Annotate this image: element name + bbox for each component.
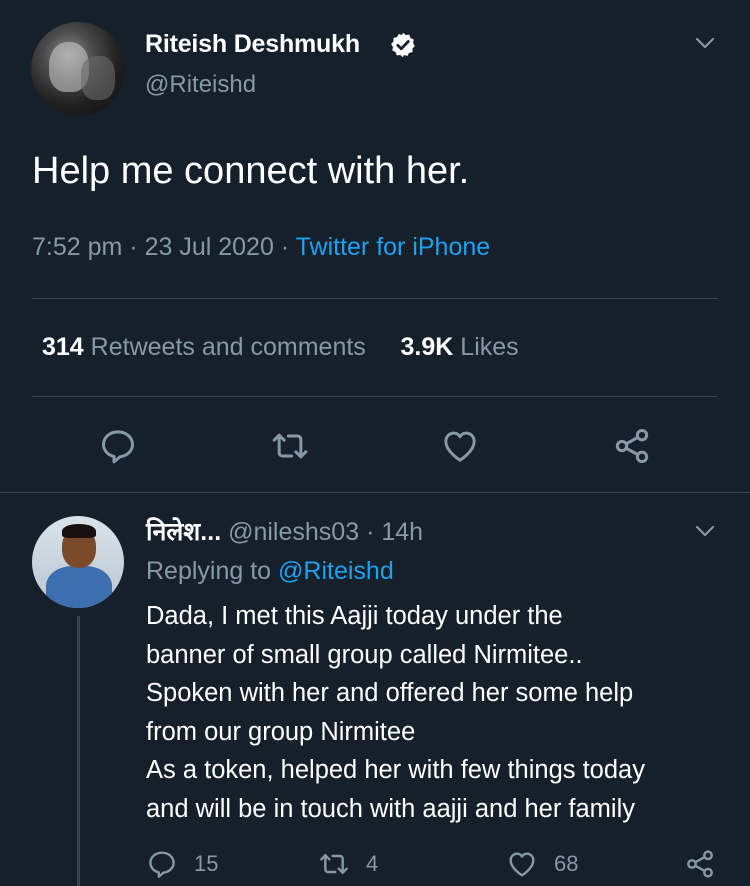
reply-text-line: banner of small group called Nirmitee.. — [146, 640, 583, 669]
retweet-icon[interactable] — [270, 426, 310, 466]
author-name[interactable]: Riteish Deshmukh — [145, 30, 360, 59]
separator-dot: · — [280, 233, 290, 261]
tweet-date[interactable]: 23 Jul 2020 — [145, 233, 274, 261]
reply-like-button[interactable]: 68 — [506, 847, 578, 881]
tweet-source-link[interactable]: Twitter for iPhone — [296, 233, 491, 261]
like-icon[interactable] — [440, 426, 480, 466]
divider — [32, 298, 718, 299]
reply-text-line: As a token, helped her with few things t… — [146, 756, 645, 784]
reply-count: 15 — [194, 851, 219, 876]
tweet-text: Help me connect with her. — [32, 150, 470, 192]
retweets-label: Retweets and comments — [90, 333, 366, 361]
separator-dot: · — [366, 518, 375, 546]
likes-count: 3.9K — [400, 333, 454, 361]
replying-to: Replying to @Riteishd — [146, 557, 394, 586]
likes-label: Likes — [460, 333, 519, 361]
reply-icon — [146, 848, 178, 880]
chevron-down-icon[interactable] — [694, 520, 716, 542]
retweet-icon — [318, 848, 350, 880]
like-count: 68 — [554, 851, 579, 876]
reply-share-button[interactable] — [684, 847, 716, 881]
tweet-time: 7:52 pm — [32, 233, 123, 261]
tweet-stats: 314 Retweets and comments 3.9K Likes — [42, 333, 519, 362]
reply-text-line: from our group Nirmitee — [146, 717, 416, 746]
reply-text-line: Dada, I met this Aajji today under the — [146, 602, 563, 630]
reply-author-handle[interactable]: @nileshs03 — [228, 518, 359, 546]
likes-stat[interactable]: 3.9K Likes — [401, 333, 519, 361]
retweets-stat[interactable]: 314 Retweets and comments — [42, 333, 366, 361]
tweet-meta: 7:52 pm · 23 Jul 2020 · Twitter for iPho… — [32, 233, 490, 262]
verified-badge-icon — [389, 31, 417, 59]
reply-retweet-button[interactable]: 4 — [318, 847, 378, 881]
reply-header: निलेश... @nileshs03 · 14h — [146, 514, 423, 548]
retweet-count: 4 — [366, 851, 379, 876]
replying-prefix: Replying to — [146, 557, 272, 585]
divider — [0, 492, 750, 493]
chevron-down-icon[interactable] — [694, 32, 716, 54]
replying-to-handle[interactable]: @Riteishd — [278, 557, 394, 585]
reply-text-line: Spoken with her and offered her some hel… — [146, 679, 634, 707]
reply-author-avatar[interactable] — [32, 516, 124, 608]
retweets-count: 314 — [42, 333, 84, 361]
author-handle[interactable]: @Riteishd — [145, 71, 256, 99]
reply-author-name[interactable]: निलेश... — [146, 518, 221, 546]
share-icon[interactable] — [612, 426, 652, 466]
reply-text: Dada, I met this Aajji today under the b… — [146, 597, 736, 828]
share-icon — [684, 848, 716, 880]
author-avatar[interactable] — [31, 22, 125, 116]
like-icon — [506, 848, 538, 880]
reply-icon[interactable] — [98, 426, 138, 466]
reply-reply-button[interactable]: 15 — [146, 847, 218, 881]
reply-time[interactable]: 14h — [381, 518, 423, 546]
divider — [32, 396, 718, 397]
reply-text-line: and will be in touch with aajji and her … — [146, 794, 636, 823]
thread-line — [77, 616, 80, 886]
separator-dot: · — [129, 233, 138, 261]
